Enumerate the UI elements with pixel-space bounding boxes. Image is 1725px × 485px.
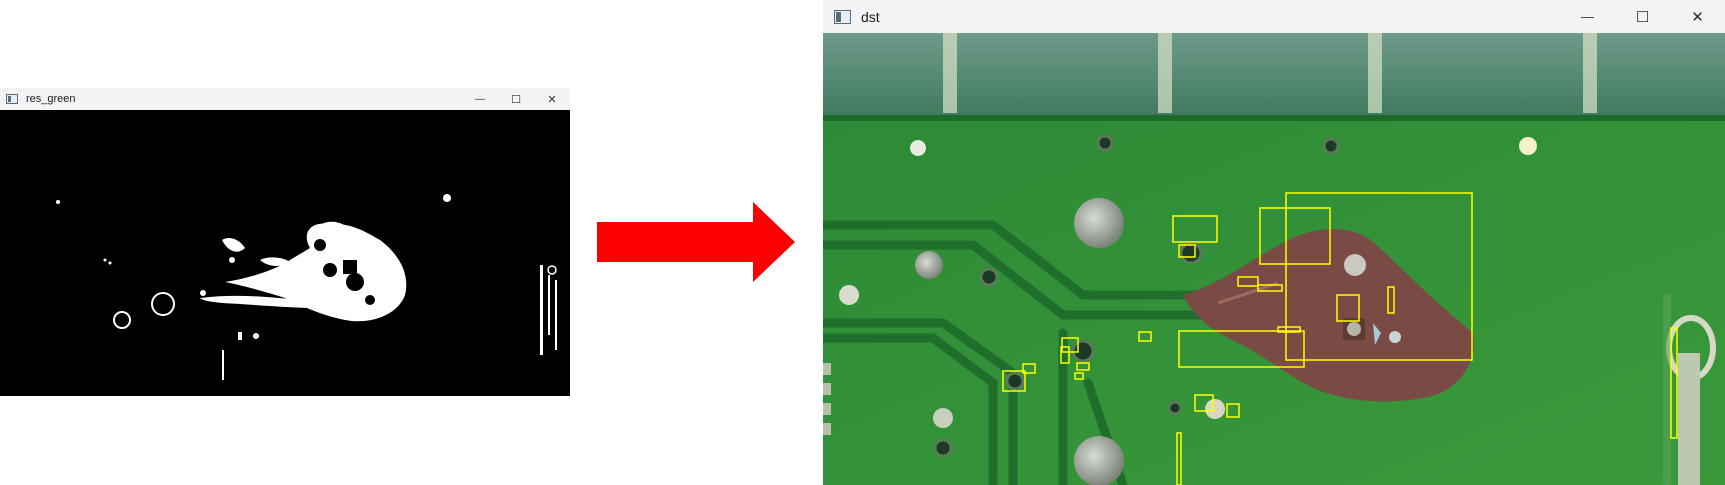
mask-image-area [0,110,570,396]
red-arrow [597,202,795,282]
app-window-icon [6,94,18,104]
close-button[interactable]: ✕ [1670,0,1725,33]
dst-window: dst — ☐ ✕ [823,0,1725,485]
pcb-detection-image [823,33,1725,485]
pcb-image-area [823,33,1725,485]
dst-titlebar[interactable]: dst — ☐ ✕ [823,0,1725,33]
res-green-window: res_green — ☐ ✕ [0,88,570,396]
app-window-icon [834,9,851,24]
minimize-button[interactable]: — [1560,0,1615,33]
minimize-button[interactable]: — [462,88,498,110]
window-controls: — ☐ ✕ [1560,0,1725,33]
close-button[interactable]: ✕ [534,88,570,110]
res-green-titlebar[interactable]: res_green — ☐ ✕ [0,88,570,110]
window-title: dst [861,8,880,25]
window-title: res_green [26,93,76,105]
screw-bottom [1074,436,1124,485]
maximize-button[interactable]: ☐ [498,88,534,110]
screw-top [1074,198,1124,248]
maximize-button[interactable]: ☐ [1615,0,1670,33]
binary-mask-image [0,110,570,396]
window-controls: — ☐ ✕ [462,88,570,110]
